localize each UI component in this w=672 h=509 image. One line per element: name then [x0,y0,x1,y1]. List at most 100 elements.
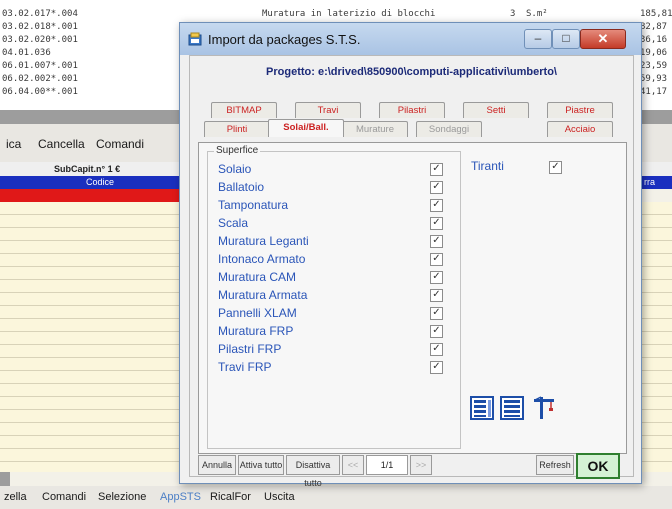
tab-pilastri[interactable]: Pilastri [379,102,445,118]
tab-sondaggi[interactable]: Sondaggi [416,121,482,137]
attiva-tutto-button[interactable]: Attiva tutto [238,455,284,475]
tab-plinti[interactable]: Plinti [204,121,270,137]
codice-header: Codice [86,177,115,187]
row-price: 82,87 [640,22,668,32]
tab-piastre[interactable]: Piastre [547,102,613,118]
ok-button[interactable]: OK [576,453,620,479]
item-checkbox[interactable]: ✓ [430,217,443,230]
row-code: 06.04.00**.001 [2,87,78,97]
superfice-item: Ballatoio ✓ [216,178,456,195]
item-checkbox[interactable]: ✓ [430,163,443,176]
row-code: 03.02.018*.001 [2,22,78,32]
superfice-item: Pilastri FRP ✓ [216,340,456,357]
item-checkbox[interactable]: ✓ [430,181,443,194]
maximize-button[interactable]: □ [552,29,580,49]
tab-panel: Superfice Solaio ✓ Ballatoio ✓ Tamponatura ✓ S… [198,142,627,454]
tiranti-label: Tiranti [471,159,504,173]
superfice-item: Tamponatura ✓ [216,196,456,213]
list-export-icon[interactable] [469,395,495,421]
page-indicator: 1/1 [366,455,408,475]
row-code: 03.02.020*.001 [2,35,78,45]
item-checkbox[interactable]: ✓ [430,361,443,374]
row-code: 03.02.017*.004 [2,9,78,19]
row-description: Muratura in laterizio di blocchi [262,9,436,19]
row-price: 41,17 [640,87,668,97]
row-code: 06.01.007*.001 [2,61,78,71]
item-label: Muratura Leganti [218,234,309,248]
item-checkbox[interactable]: ✓ [430,235,443,248]
right-header: rra [644,177,655,187]
group-legend: Superfice [214,145,261,156]
superfice-item: Muratura FRP ✓ [216,322,456,339]
item-label: Muratura Armata [218,288,308,302]
tab-bitmap[interactable]: BITMAP [211,102,277,118]
selected-row-marker [0,189,190,202]
row-code: 04.01.036 [2,48,51,58]
row-price: 36,16 [640,35,668,45]
row-unit: S.m² [526,9,548,19]
item-checkbox[interactable]: ✓ [430,271,443,284]
item-checkbox[interactable]: ✓ [430,253,443,266]
crane-icon[interactable] [531,395,557,421]
superfice-item: Travi FRP ✓ [216,358,456,375]
item-label: Scala [218,216,249,230]
item-checkbox[interactable]: ✓ [430,343,443,356]
close-button[interactable]: ✕ [580,29,626,49]
tiranti-checkbox[interactable]: ✓ [549,161,562,174]
bottom-menu-ricalfor[interactable]: RicalFor [210,491,251,503]
tab-acciaio[interactable]: Acciaio [547,121,613,137]
import-dialog: Import da packages S.T.S. – □ ✕ Progetto… [179,22,642,488]
list-import-icon[interactable] [499,395,525,421]
item-label: Muratura FRP [218,324,294,338]
superfice-group: Superfice Solaio ✓ Ballatoio ✓ Tamponatura ✓ S… [207,145,461,449]
minimize-button[interactable]: – [524,29,552,49]
superfice-item: Muratura Armata ✓ [216,286,456,303]
superfice-item: Muratura CAM ✓ [216,268,456,285]
bottom-menu-uscita[interactable]: Uscita [264,491,295,503]
dialog-title: Import da packages S.T.S. [208,32,361,47]
spreadsheet-row[interactable]: 03.02.017*.004 Muratura in laterizio di b… [0,8,672,21]
bottom-menu-zella[interactable]: zella [4,491,27,503]
dialog-titlebar[interactable]: Import da packages S.T.S. – □ ✕ [180,23,641,55]
tab-setti[interactable]: Setti [463,102,529,118]
item-checkbox[interactable]: ✓ [430,199,443,212]
project-path: Progetto: e:\drived\850900\computi-appli… [266,66,557,78]
tab-murature[interactable]: Murature [342,121,408,137]
row-quantity: 3 [510,9,516,19]
item-label: Travi FRP [218,360,272,374]
menu-item-comandi[interactable]: Comandi [96,137,144,151]
item-checkbox[interactable]: ✓ [430,325,443,338]
subcap-header: SubCapit.n° 1 € [54,164,121,174]
row-price: 185,81 [640,9,672,19]
prev-page-button[interactable]: << [342,455,364,475]
tab-travi[interactable]: Travi [295,102,361,118]
next-page-button[interactable]: >> [410,455,432,475]
bottom-menu-comandi[interactable]: Comandi [42,491,86,503]
row-code: 06.02.002*.001 [2,74,78,84]
annulla-button[interactable]: Annulla [198,455,236,475]
item-label: Intonaco Armato [218,252,306,266]
item-label: Ballatoio [218,180,265,194]
row-price: 59,93 [640,74,668,84]
bottom-menu-appsts[interactable]: AppSTS [160,491,201,503]
item-checkbox[interactable]: ✓ [430,289,443,302]
bottom-menu-selezione[interactable]: Selezione [98,491,146,503]
menu-item-cancella[interactable]: Cancella [38,137,85,151]
item-label: Tamponatura [218,198,289,212]
item-label: Solaio [218,162,252,176]
app-icon [188,32,202,46]
dialog-client-area: Progetto: e:\drived\850900\computi-appli… [189,55,634,488]
disattiva-tutto-button[interactable]: Disattiva tutto [286,455,340,488]
superfice-item: Muratura Leganti ✓ [216,232,456,249]
superfice-item: Pannelli XLAM ✓ [216,304,456,321]
superfice-item: Scala ✓ [216,214,456,231]
refresh-button[interactable]: Refresh [536,455,574,475]
superfice-item: Solaio ✓ [216,160,456,177]
bottom-button-bar: Annulla Attiva tutto Disattiva tutto << … [198,453,625,488]
item-label: Muratura CAM [218,270,297,284]
menu-item-ica[interactable]: ica [6,137,21,151]
tab-solai-ball[interactable]: Solai/Ball. [268,119,344,137]
row-price: 23,59 [640,61,668,71]
item-label: Pannelli XLAM [218,306,297,320]
item-checkbox[interactable]: ✓ [430,307,443,320]
